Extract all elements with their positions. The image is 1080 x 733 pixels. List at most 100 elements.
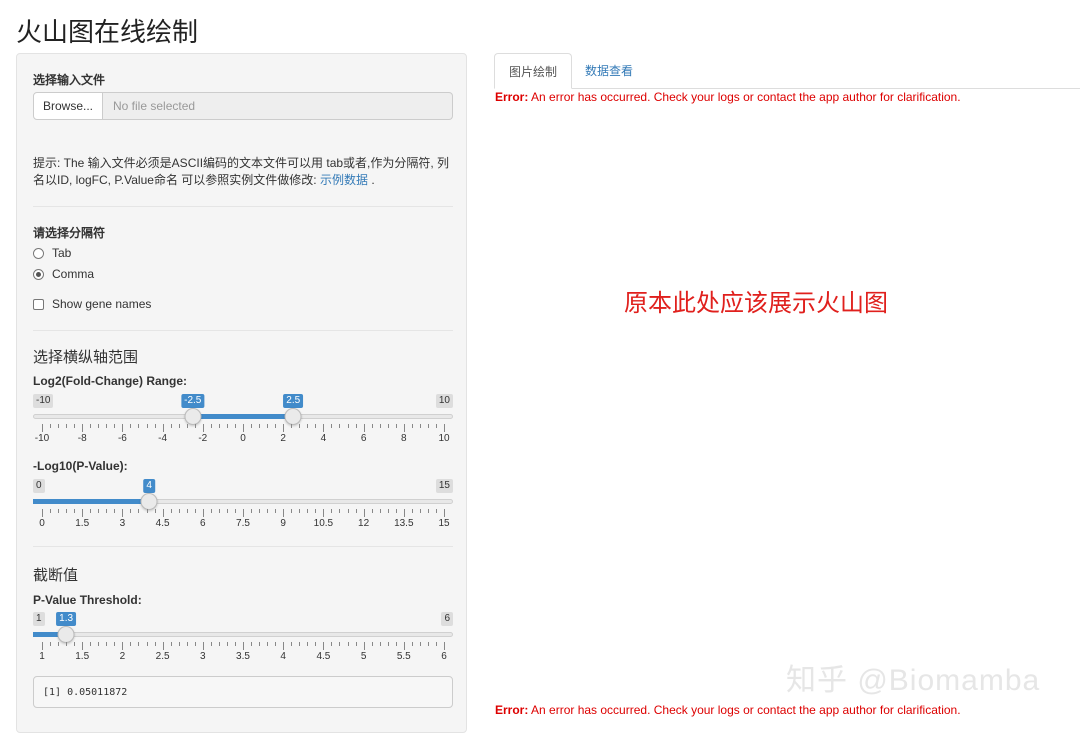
slider-tick (315, 509, 317, 513)
slider-tick (154, 424, 156, 428)
slider-max-label: 10 (435, 394, 453, 408)
slider-tick (243, 642, 244, 650)
slider-tick (403, 424, 405, 432)
slider-tick (58, 642, 60, 646)
slider-tick (435, 642, 437, 646)
slider-min-label: -10 (33, 394, 54, 408)
slider-tick (74, 424, 76, 428)
slider-tick (419, 509, 421, 513)
slider-tick (299, 424, 301, 428)
slider-tick (42, 509, 43, 517)
slider-tick-label: 0 (240, 433, 246, 444)
slider-track[interactable] (33, 632, 453, 637)
slider-tick (387, 424, 389, 428)
slider-tick (106, 509, 108, 513)
slider-tick (210, 642, 212, 646)
slider-tick (275, 509, 277, 513)
slider-tick (444, 424, 445, 432)
slider-tick (371, 424, 373, 428)
error-prefix: Error: (495, 703, 529, 717)
slider-tick-label: 6 (200, 518, 206, 529)
file-input[interactable]: Browse... No file selected (33, 92, 453, 120)
slider-tick (186, 424, 188, 428)
show-gene-names-checkbox[interactable]: Show gene names (33, 297, 151, 311)
slider-tick (74, 509, 76, 513)
slider-tick (66, 509, 68, 513)
slider-tick (379, 642, 381, 646)
error-message-bottom: Error: An error has occurred. Check your… (495, 703, 961, 717)
file-name-field[interactable]: No file selected (103, 92, 453, 120)
slider-tick (347, 642, 349, 646)
slider-tick-label: 2 (119, 651, 126, 662)
slider-tick (146, 642, 148, 646)
slider-tick (251, 642, 253, 646)
tab-data-view[interactable]: 数据查看 (571, 53, 647, 88)
slider-handle[interactable] (57, 626, 75, 643)
slider-tick (194, 509, 196, 513)
slider-tick (363, 424, 365, 432)
slider-tick-label: 4 (320, 433, 327, 444)
slider-tick (387, 642, 389, 646)
radio-tab[interactable]: Tab (33, 246, 71, 260)
radio-tab-button[interactable] (33, 247, 44, 259)
slider-tick (122, 424, 124, 432)
logfc-range-slider[interactable]: -10 10 -2.5 2.5 -10 -8 -6 -4 -2 0 2 4 6 8 10 (33, 394, 453, 454)
threshold-slider[interactable]: 1 6 1.3 1 1.5 2 2.5 3 3.5 4 4.5 5 5.5 6 (33, 612, 453, 672)
slider-low-handle[interactable] (184, 408, 202, 425)
slider-tick (226, 509, 228, 513)
slider-tick (138, 424, 140, 428)
slider-tick (435, 424, 437, 428)
slider-tick (339, 424, 341, 428)
radio-comma-button[interactable] (33, 268, 44, 280)
checkbox-box[interactable] (33, 298, 44, 310)
slider-tick (98, 642, 100, 646)
radio-comma[interactable]: Comma (33, 267, 94, 281)
slider-tick (146, 509, 148, 513)
slider-tick (90, 509, 92, 513)
logfc-slider-label: Log2(Fold-Change) Range: (33, 374, 187, 388)
slider-tick-label: -10 (34, 433, 50, 444)
slider-bar (192, 414, 294, 419)
slider-tick (291, 424, 293, 428)
slider-tick (162, 642, 164, 650)
radio-comma-label: Comma (52, 267, 95, 281)
slider-tick (130, 509, 132, 513)
browse-button[interactable]: Browse... (33, 92, 103, 120)
divider (33, 546, 453, 547)
slider-tick-label: 6 (360, 433, 367, 444)
slider-high-handle[interactable] (284, 408, 302, 425)
slider-min-label: 0 (33, 479, 45, 493)
slider-tick (42, 424, 43, 432)
slider-tick (299, 509, 301, 513)
slider-handle[interactable] (140, 493, 158, 510)
input-hint: 提示: The 输入文件必须是ASCII编码的文本文件可以用 tab或者,作为分… (33, 155, 453, 189)
slider-tick (178, 424, 180, 428)
tab-bar: 图片绘制 数据查看 (494, 53, 1080, 89)
slider-tick (259, 642, 261, 646)
slider-tick-label: 8 (401, 433, 407, 444)
slider-tick (138, 509, 140, 513)
slider-tick (82, 642, 84, 650)
slider-tick (210, 424, 212, 428)
slider-tick (411, 424, 413, 428)
example-data-link[interactable]: 示例数据 (320, 173, 368, 187)
slider-tick-label: 1.5 (75, 518, 90, 529)
slider-tick (210, 509, 212, 513)
slider-tick (251, 424, 253, 428)
error-message-top: Error: An error has occurred. Check your… (495, 90, 961, 104)
slider-tick (363, 642, 365, 650)
slider-tick (114, 642, 116, 646)
slider-tick-label: 0 (39, 518, 45, 529)
slider-tick (427, 642, 429, 646)
separator-label: 请选择分隔符 (33, 226, 106, 240)
slider-tick (411, 509, 413, 513)
slider-tick (146, 424, 148, 428)
tab-plot[interactable]: 图片绘制 (494, 53, 573, 89)
slider-tick (58, 509, 60, 513)
slider-tick (444, 509, 445, 517)
plot-placeholder-note: 原本此处应该展示火山图 (624, 290, 888, 317)
slider-tick-label: 10 (438, 433, 450, 444)
slider-tick (291, 642, 293, 646)
pvalue-slider[interactable]: 0 15 4 0 1.5 3 4.5 6 7.5 9 10.5 12 13.5 15 (33, 479, 453, 539)
slider-tick (427, 424, 429, 428)
